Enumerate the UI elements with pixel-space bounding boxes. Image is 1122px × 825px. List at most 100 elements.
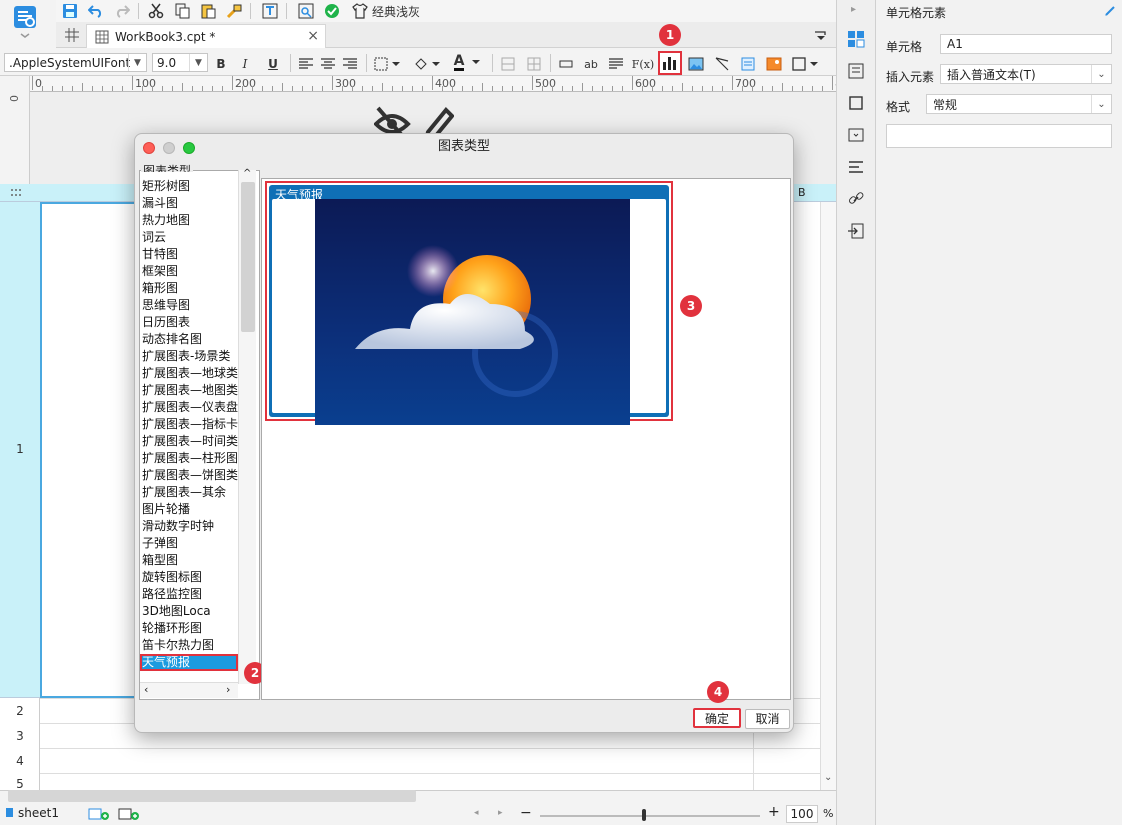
cell-element-icon[interactable] [847, 30, 867, 50]
list-item[interactable]: 扩展图表—其余 [140, 484, 238, 501]
zoom-out-button[interactable]: − [520, 805, 532, 821]
list-item[interactable]: 滑动数字时钟 [140, 518, 238, 535]
insert-picture-icon[interactable] [764, 54, 784, 74]
align-left-icon[interactable] [296, 54, 316, 74]
save-icon[interactable] [60, 1, 80, 21]
theme-shirt-icon[interactable] [350, 1, 370, 21]
border-select[interactable] [372, 54, 404, 74]
list-item[interactable]: 路径监控图 [140, 586, 238, 603]
list-item[interactable]: 扩展图表—时间类 [140, 433, 238, 450]
scroll-left-icon[interactable]: ◂ [474, 808, 479, 818]
grid-menu-icon[interactable] [62, 25, 82, 45]
align-right-icon[interactable] [340, 54, 360, 74]
scroll-down-icon[interactable]: ⌄ [824, 772, 832, 783]
font-size-select[interactable]: 9.0 ▼ [152, 53, 208, 72]
list-item[interactable]: 图片轮播 [140, 501, 238, 518]
insert-chart-button[interactable] [658, 51, 682, 75]
cell-field[interactable]: A1 [940, 34, 1112, 54]
list-vertical-scrollbar[interactable]: ^ [238, 168, 256, 684]
list-item[interactable]: 旋转图标图 [140, 569, 238, 586]
scroll-thumb[interactable] [241, 182, 255, 332]
list-item[interactable]: 扩展图表—指标卡 [140, 416, 238, 433]
insert-element-select[interactable]: 插入普通文本(T) ⌄ [940, 64, 1112, 84]
add-dashboard-icon[interactable] [118, 807, 142, 821]
format-painter-icon[interactable] [224, 1, 244, 21]
list-item[interactable]: 词云 [140, 229, 238, 246]
add-sheet-icon[interactable] [88, 807, 112, 821]
scroll-right-icon[interactable]: › [226, 683, 230, 696]
fill-color-select[interactable] [412, 54, 444, 74]
bold-button[interactable]: B [212, 54, 230, 74]
list-item[interactable]: 框架图 [140, 263, 238, 280]
align-center-icon[interactable] [318, 54, 338, 74]
list-item[interactable]: 扩展图表—地球类 [140, 365, 238, 382]
insert-text-button[interactable]: ab [580, 54, 602, 74]
row-header-1[interactable]: 1 [0, 202, 40, 698]
copy-icon[interactable] [172, 1, 192, 21]
row-label-2[interactable]: 2 [0, 704, 40, 718]
font-family-select[interactable]: .AppleSystemUIFont ▼ [4, 53, 147, 72]
hyperlink-icon[interactable] [847, 190, 867, 210]
cell-border-select[interactable] [790, 54, 822, 74]
italic-button[interactable]: I [236, 54, 254, 74]
sheet-tab-sheet1[interactable]: sheet1 [6, 806, 59, 820]
condition-attribute-icon[interactable] [847, 158, 867, 178]
insert-image-icon[interactable] [686, 54, 706, 74]
sub-report-icon[interactable] [738, 54, 758, 74]
list-item[interactable]: 动态排名图 [140, 331, 238, 348]
zoom-slider[interactable] [540, 815, 760, 817]
row-label-5[interactable]: 5 [0, 777, 40, 789]
list-item[interactable]: 矩形树图 [140, 178, 238, 195]
cancel-button[interactable]: 取消 [745, 709, 790, 729]
dropdown-widget-icon[interactable] [847, 126, 867, 146]
tab-close-icon[interactable]: × [307, 28, 319, 44]
cut-icon[interactable] [146, 1, 166, 21]
list-item[interactable]: 热力地图 [140, 212, 238, 229]
list-item[interactable]: 扩展图表—仪表盘 [140, 399, 238, 416]
chart-type-list[interactable]: 矩形树图 漏斗图 热力地图 词云 甘特图 框架图 箱形图 思维导图 日历图表 动态排名图 扩展图表-… [140, 172, 238, 684]
list-item[interactable]: 3D地图Loca [140, 603, 238, 620]
list-item[interactable]: 笛卡尔热力图 [140, 637, 238, 654]
preview-chart-icon[interactable] [296, 1, 316, 21]
tab-workbook3[interactable]: WorkBook3.cpt * × [86, 24, 326, 48]
import-icon[interactable] [847, 222, 867, 242]
zoom-slider-handle[interactable] [642, 809, 646, 821]
list-item[interactable]: 甘特图 [140, 246, 238, 263]
vertical-scrollbar[interactable]: ⌄ [820, 202, 836, 790]
merge-cells-icon[interactable] [498, 54, 518, 74]
tab-dropdown-icon[interactable] [810, 26, 830, 46]
redo-icon[interactable] [112, 1, 132, 21]
list-item[interactable]: 扩展图表-场景类 [140, 348, 238, 365]
row-label-4[interactable]: 4 [0, 754, 40, 768]
selected-cell-a1[interactable] [40, 202, 136, 698]
formula-button[interactable]: F(x) [632, 54, 654, 74]
list-item[interactable]: 日历图表 [140, 314, 238, 331]
drag-handle-icon[interactable] [10, 188, 24, 198]
cell-attribute-icon[interactable] [847, 62, 867, 82]
scroll-up-icon[interactable]: ^ [243, 168, 251, 179]
row-label-3[interactable]: 3 [0, 729, 40, 743]
scroll-right-icon[interactable]: ▸ [498, 808, 503, 818]
slash-line-icon[interactable] [712, 54, 732, 74]
zoom-in-button[interactable]: + [768, 804, 780, 820]
weather-forecast-card[interactable]: 天气预报 [265, 181, 673, 425]
horizontal-scrollbar[interactable] [8, 790, 416, 802]
text-edit-icon[interactable] [260, 1, 280, 21]
format-detail-field[interactable] [886, 124, 1112, 148]
column-label-b[interactable]: B [798, 186, 806, 199]
list-item[interactable]: 漏斗图 [140, 195, 238, 212]
paragraph-icon[interactable] [606, 54, 626, 74]
format-select[interactable]: 常规 ⌄ [926, 94, 1112, 114]
theme-label[interactable]: 经典浅灰 [372, 1, 432, 21]
list-horizontal-scrollbar[interactable]: ‹ › [140, 682, 238, 698]
list-item[interactable]: 轮播环形图 [140, 620, 238, 637]
check-icon[interactable] [322, 1, 342, 21]
list-item[interactable]: 子弹图 [140, 535, 238, 552]
zoom-input[interactable]: 100 [786, 805, 818, 823]
undo-icon[interactable] [86, 1, 106, 21]
font-color-select[interactable]: A [450, 52, 486, 72]
list-item[interactable]: 扩展图表—柱形图 [140, 450, 238, 467]
scroll-left-icon[interactable]: ‹ [144, 683, 148, 696]
list-item[interactable]: 思维导图 [140, 297, 238, 314]
collapse-arrow-icon[interactable]: ▸ [851, 4, 856, 15]
